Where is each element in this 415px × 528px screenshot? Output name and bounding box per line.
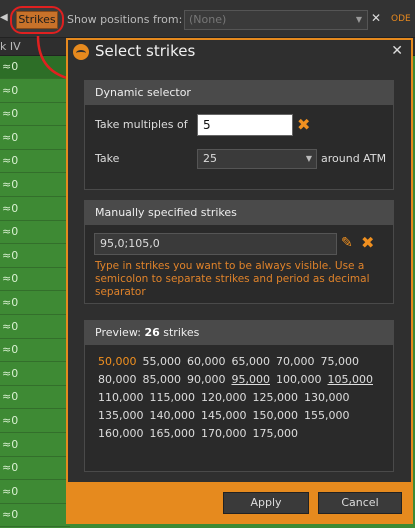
grid-cell[interactable]: ≈0 [0, 434, 70, 457]
strike-value: 145,000 [201, 409, 247, 422]
preview-section: Preview: 26 strikes 50,000 55,000 60,000 65… [84, 320, 394, 472]
grid-cell[interactable]: ≈0 [0, 245, 70, 268]
strike-value: 175,000 [252, 427, 299, 440]
take-label: Take [95, 152, 120, 165]
manual-strikes-input[interactable]: 95,0;105,0 [94, 233, 337, 255]
take-select[interactable]: 25 ▼ [197, 149, 317, 169]
strike-row: 50,000 55,000 60,000 65,000 70,000 75,000 [98, 355, 388, 373]
dialog-footer: Apply Cancel [68, 482, 411, 522]
clear-positions-icon[interactable]: ✕ [371, 11, 381, 25]
close-icon[interactable]: ✕ [391, 43, 403, 59]
strike-row: 80,000 85,000 90,000 95,000 100,000 105,000 [98, 373, 388, 391]
grid-cell[interactable]: ≈0 [0, 103, 70, 127]
preview-count: 26 [144, 326, 160, 339]
multiples-label: Take multiples of [95, 118, 188, 131]
strike-value: 130,000 [304, 391, 350, 404]
grid-cell[interactable]: ≈0 [0, 410, 70, 433]
strike-value: 140,000 [149, 409, 196, 422]
grid-cell[interactable]: ≈0 [0, 221, 70, 245]
manual-strikes-header: Manually specified strikes [85, 201, 393, 225]
strike-value: 65,000 [231, 355, 271, 368]
chevron-down-icon: ▼ [305, 154, 312, 163]
dialog-title: Select strikes [95, 42, 196, 60]
dynamic-selector-section: Dynamic selector Take multiples of 5 ✖ T… [84, 80, 394, 190]
apply-button[interactable]: Apply [223, 492, 309, 514]
edit-pencil-icon[interactable]: ✎ [341, 235, 353, 251]
around-atm-label: around ATM [321, 152, 387, 165]
clear-multiples-icon[interactable]: ✖ [297, 115, 310, 134]
strike-value: 170,000 [201, 427, 247, 440]
grid-cell[interactable]: ≈0 [0, 174, 70, 197]
strike-value: 75,000 [320, 355, 360, 368]
grid-cell[interactable]: ≈0 [0, 198, 70, 221]
positions-select-value: (None) [189, 13, 227, 26]
strike-value: 115,000 [149, 391, 196, 404]
manual-strikes-section: Manually specified strikes 95,0;105,0 ✎ … [84, 200, 394, 304]
strike-value: 80,000 [98, 373, 137, 386]
preview-header: Preview: 26 strikes [85, 321, 393, 345]
grid-cell[interactable]: ≈0 [0, 386, 70, 410]
grid-cell[interactable]: ≈0 [0, 457, 70, 481]
strike-value: 55,000 [142, 355, 182, 368]
preview-label: Preview: [95, 326, 141, 339]
grid-cell[interactable]: ≈0 [0, 363, 70, 386]
chevron-down-icon: ▼ [355, 15, 362, 24]
strike-value: 95,000 [231, 373, 271, 386]
grid-cell[interactable]: ≈0 [0, 339, 70, 363]
strike-value: 165,000 [149, 427, 196, 440]
show-positions-label: Show positions from: [67, 13, 183, 26]
toolbar: ◀ Strikes Show positions from: (None) ▼ … [0, 0, 415, 38]
app-logo-icon [73, 44, 89, 60]
preview-count-suffix: strikes [163, 326, 200, 339]
strike-value: 110,000 [98, 391, 144, 404]
strike-value: 160,000 [98, 427, 144, 440]
app-window: ◀ Strikes Show positions from: (None) ▼ … [0, 0, 415, 528]
manual-help-text: Type in strikes you want to be always vi… [95, 260, 370, 298]
column-header-iv: k IV [0, 40, 21, 53]
strike-value: 120,000 [201, 391, 247, 404]
strike-value: 70,000 [276, 355, 315, 368]
strike-row: 135,000 140,000 145,000 150,000 155,000 [98, 409, 388, 427]
dynamic-selector-header: Dynamic selector [85, 81, 393, 105]
grid-cell[interactable]: ≈0 [0, 292, 70, 315]
strike-value: 125,000 [252, 391, 299, 404]
strike-value: 85,000 [142, 373, 182, 386]
grid-cell[interactable]: ≈0 [0, 316, 70, 339]
preview-strike-grid: 50,000 55,000 60,000 65,000 70,000 75,000 80,0… [98, 355, 388, 445]
strike-row: 110,000 115,000 120,000 125,000 130,000 [98, 391, 388, 409]
strike-row: 160,000 165,000 170,000 175,000 [98, 427, 388, 445]
select-strikes-dialog: Select strikes ✕ Dynamic selector Take m… [66, 38, 413, 524]
strike-value: 155,000 [304, 409, 350, 422]
strike-value: 105,000 [327, 373, 374, 386]
strike-value: 90,000 [187, 373, 226, 386]
cancel-button[interactable]: Cancel [318, 492, 402, 514]
strikes-button[interactable]: Strikes [16, 11, 58, 29]
strike-value: 135,000 [98, 409, 144, 422]
grid-cell[interactable]: ≈0 [0, 127, 70, 150]
clear-manual-icon[interactable]: ✖ [361, 233, 374, 252]
ode-label: ODE [391, 14, 411, 24]
grid-cell[interactable]: ≈0 [0, 504, 70, 528]
strikes-button-highlight: Strikes [10, 6, 64, 34]
scroll-left-icon[interactable]: ◀ [0, 12, 8, 23]
strike-value: 150,000 [252, 409, 299, 422]
take-select-value: 25 [203, 152, 217, 165]
strike-value: 60,000 [187, 355, 226, 368]
dialog-titlebar: Select strikes ✕ [68, 40, 411, 64]
multiples-input[interactable]: 5 [197, 114, 293, 136]
strike-value: 100,000 [276, 373, 322, 386]
grid-cell[interactable]: ≈0 [0, 481, 70, 504]
strike-value: 50,000 [98, 355, 137, 368]
positions-select[interactable]: (None) ▼ [184, 10, 368, 30]
grid-cell[interactable]: ≈0 [0, 150, 70, 174]
grid-cell[interactable]: ≈0 [0, 268, 70, 292]
